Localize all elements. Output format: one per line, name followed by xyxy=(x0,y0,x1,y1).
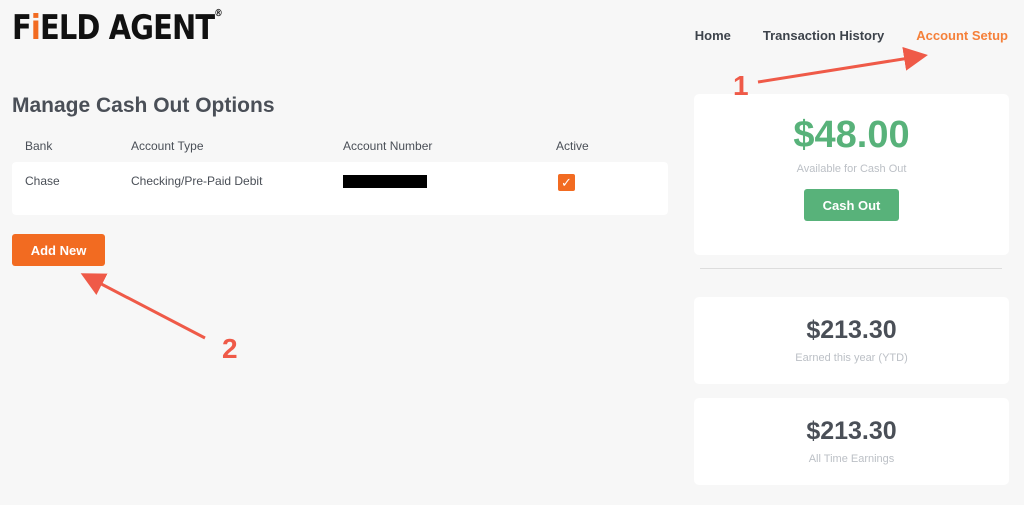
all-time-card: $213.30 All Time Earnings xyxy=(694,398,1009,485)
cash-out-button[interactable]: Cash Out xyxy=(804,189,899,221)
field-agent-logo[interactable]: FiELD AGENT® xyxy=(12,8,223,48)
header-account-number: Account Number xyxy=(343,139,433,153)
available-card: $48.00 Available for Cash Out Cash Out xyxy=(694,94,1009,255)
page-title: Manage Cash Out Options xyxy=(12,94,275,117)
annotation-1: 1 xyxy=(733,70,749,101)
active-checkbox[interactable]: ✓ xyxy=(558,174,575,191)
arrow-2 xyxy=(80,273,206,340)
available-amount: $48.00 xyxy=(793,114,910,156)
divider xyxy=(700,268,1002,269)
add-new-button[interactable]: Add New xyxy=(12,234,105,266)
table-row: Chase Checking/Pre-Paid Debit ✓ xyxy=(12,162,668,215)
ytd-card: $213.30 Earned this year (YTD) xyxy=(694,297,1009,384)
nav-home[interactable]: Home xyxy=(695,28,731,43)
header-account-type: Account Type xyxy=(131,139,204,153)
logo-text: ELD AGENT xyxy=(39,8,215,48)
bank-cell: Chase xyxy=(25,174,60,188)
all-time-label: All Time Earnings xyxy=(808,453,895,465)
logo-text: i xyxy=(30,8,41,48)
all-time-amount: $213.30 xyxy=(806,417,897,445)
arrow-1 xyxy=(757,46,928,84)
top-nav: Home Transaction History Account Setup xyxy=(695,28,1008,43)
ytd-label: Earned this year (YTD) xyxy=(795,352,908,364)
header-bank: Bank xyxy=(25,139,53,153)
available-label: Available for Cash Out xyxy=(796,163,907,175)
ytd-amount: $213.30 xyxy=(806,316,897,344)
nav-account-setup[interactable]: Account Setup xyxy=(916,28,1008,43)
account-type-cell: Checking/Pre-Paid Debit xyxy=(131,174,263,188)
account-number-redacted xyxy=(343,175,427,188)
nav-transaction-history[interactable]: Transaction History xyxy=(763,28,884,43)
logo-text: ® xyxy=(214,8,222,19)
header-active: Active xyxy=(556,139,589,153)
annotation-2: 2 xyxy=(222,333,238,364)
logo-text: F xyxy=(12,8,32,48)
